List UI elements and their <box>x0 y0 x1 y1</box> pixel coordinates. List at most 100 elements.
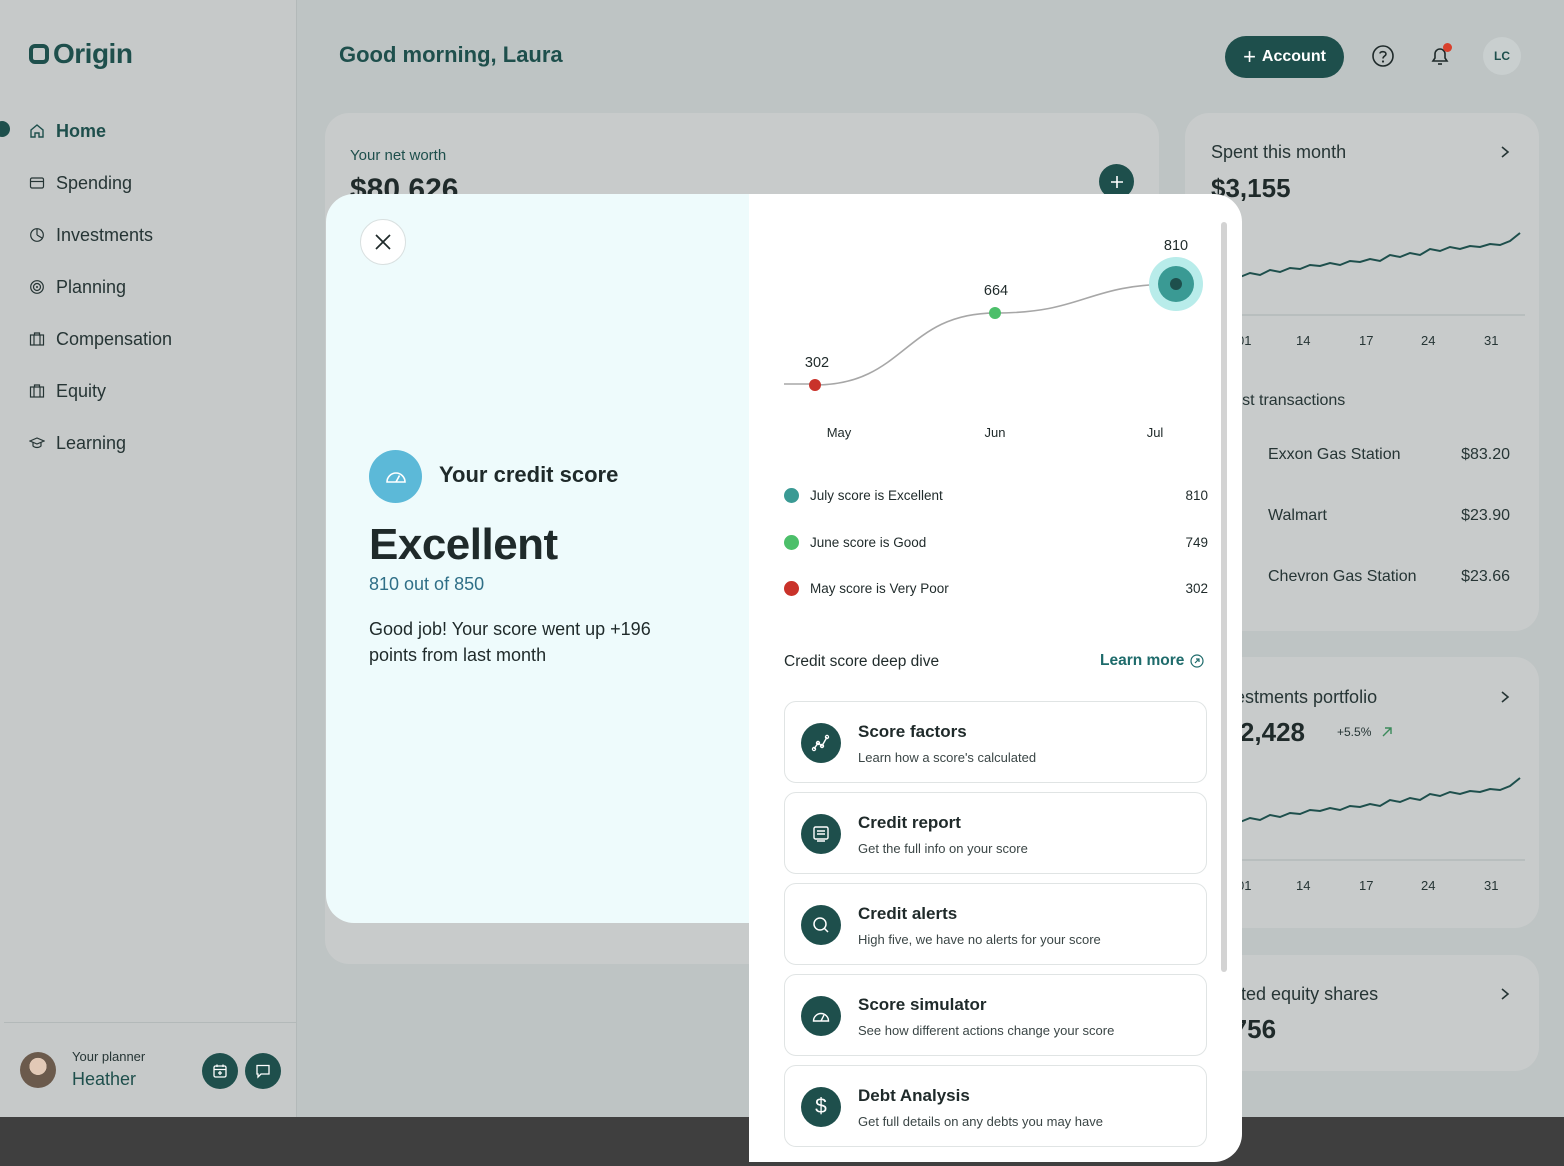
sidebar-item-compensation[interactable]: Compensation <box>29 324 172 354</box>
legend-label: May score is Very Poor <box>810 581 949 596</box>
card-title: Score simulator <box>858 995 987 1014</box>
message-button[interactable] <box>245 1053 281 1089</box>
chevron-right-icon[interactable] <box>1499 145 1511 159</box>
report-icon <box>813 826 829 842</box>
tick-label: 24 <box>1421 333 1436 348</box>
card-title: Credit report <box>858 813 961 832</box>
sidebar-item-label: Spending <box>56 172 133 193</box>
pie-chart-icon <box>30 228 44 242</box>
data-label-jun: 664 <box>984 283 1008 299</box>
active-indicator <box>0 121 10 137</box>
dollar-icon: $ <box>815 1095 827 1118</box>
schedule-button[interactable] <box>202 1053 238 1089</box>
credit-score-message: Good job! Your score went up +196 points… <box>369 619 651 665</box>
card-subtitle: Get full details on any debts you may ha… <box>858 1114 1103 1129</box>
learn-more-link[interactable]: Learn more <box>1100 652 1205 670</box>
logo-icon <box>29 44 49 64</box>
card-title: Credit alerts <box>858 904 958 923</box>
sidebar-item-spending[interactable]: Spending <box>29 168 132 198</box>
tick-label: 24 <box>1421 878 1436 893</box>
sidebar-item-label: Equity <box>56 380 107 401</box>
credit-report-card[interactable]: Credit report Get the full info on your … <box>784 792 1207 874</box>
sidebar-item-equity[interactable]: Equity <box>29 376 106 406</box>
notification-badge <box>1443 43 1452 52</box>
chevron-right-icon[interactable] <box>1499 690 1511 704</box>
planner-avatar[interactable] <box>20 1052 56 1088</box>
credit-score-badge <box>369 450 422 503</box>
chat-icon <box>256 1064 270 1079</box>
arrow-up-right-icon <box>1382 727 1392 737</box>
debt-analysis-card[interactable]: $ Debt Analysis Get full details on any … <box>784 1065 1207 1147</box>
legend-dot <box>784 581 799 596</box>
close-button[interactable] <box>360 219 406 265</box>
greeting: Good morning, Laura <box>339 42 563 67</box>
legend-dot <box>784 535 799 550</box>
sidebar-item-label: Learning <box>56 432 127 453</box>
credit-score-rating: Excellent <box>369 520 558 569</box>
score-point-jul <box>1170 278 1182 290</box>
card-subtitle: Get the full info on your score <box>858 841 1028 856</box>
legend-label: June score is Good <box>810 535 927 550</box>
sidebar-item-label: Compensation <box>56 328 173 349</box>
sidebar-item-investments[interactable]: Investments <box>29 220 153 250</box>
transaction-row[interactable]: Chevron Gas Station $23.66 <box>1240 568 1510 586</box>
logo[interactable]: Origin <box>29 38 133 70</box>
sidebar-item-home[interactable]: Home <box>29 116 106 146</box>
modal-summary-panel: Your credit score Excellent 810 out of 8… <box>326 194 749 923</box>
sidebar-item-label: Investments <box>56 224 154 245</box>
score-simulator-card[interactable]: Score simulator See how different action… <box>784 974 1207 1056</box>
legend-row-june: June score is Good 749 <box>784 535 1208 550</box>
sidebar-item-planning[interactable]: Planning <box>29 272 126 302</box>
tick-label-may: May <box>827 425 852 440</box>
credit-score-heading: Your credit score <box>439 462 619 487</box>
tick-label: 17 <box>1359 333 1374 348</box>
score-point-jun <box>989 307 1001 320</box>
learn-more-label: Learn more <box>1100 652 1185 669</box>
card-title: Score factors <box>858 722 967 741</box>
sidebar-item-label: Home <box>56 120 107 141</box>
target-icon <box>30 280 44 294</box>
modal-scrollbar[interactable] <box>1221 222 1227 972</box>
home-icon <box>30 124 44 138</box>
card-title: Debt Analysis <box>858 1086 970 1105</box>
gauge-icon <box>385 471 406 483</box>
legend-value: 302 <box>1185 581 1208 596</box>
planner-name: Heather <box>72 1069 137 1089</box>
legend-row-july: July score is Excellent 810 <box>784 488 1208 503</box>
score-line <box>814 283 1177 386</box>
modal-detail-panel: 302 664 810 May Jun Jul July score is Ex… <box>749 194 1242 1162</box>
help-icon[interactable] <box>1371 44 1395 68</box>
legend-value: 810 <box>1185 488 1208 503</box>
transaction-row[interactable]: Exxon Gas Station $83.20 <box>1240 446 1510 464</box>
add-account-label: Account <box>1261 48 1326 65</box>
logo-text: Origin <box>53 38 133 69</box>
calendar-icon <box>213 1064 227 1078</box>
sidebar-item-label: Planning <box>56 276 127 297</box>
gauge-icon <box>812 1012 830 1022</box>
credit-score-chart: 302 664 810 May Jun Jul <box>784 238 1203 440</box>
card-subtitle: Learn how a score's calculated <box>858 750 1037 765</box>
legend-value: 749 <box>1185 535 1208 550</box>
planner-section: Your planner Heather <box>4 1022 297 1117</box>
credit-alerts-card[interactable]: Credit alerts High five, we have no aler… <box>784 883 1207 965</box>
plus-icon: + <box>1243 44 1256 69</box>
add-account-button[interactable]: + Account <box>1225 36 1344 78</box>
score-factors-card[interactable]: Score factors Learn how a score's calcul… <box>784 701 1207 783</box>
transaction-name: Chevron Gas Station <box>1268 568 1417 585</box>
external-link-icon <box>1190 654 1205 668</box>
card-icon-wrap <box>801 905 841 945</box>
chevron-right-icon[interactable] <box>1499 987 1511 1001</box>
sidebar-item-learning[interactable]: Learning <box>29 428 126 458</box>
card-icon-wrap <box>801 814 841 854</box>
tick-label-jul: Jul <box>1147 425 1164 440</box>
spending-axis-ticks: 01 14 17 24 31 <box>1237 333 1498 348</box>
net-worth-label: Your net worth <box>350 147 447 164</box>
close-icon <box>375 234 391 250</box>
user-avatar[interactable]: LC <box>1483 37 1521 75</box>
transaction-name: Walmart <box>1268 507 1327 524</box>
credit-score-range: 810 out of 850 <box>369 574 485 594</box>
sidebar: Origin Home Spending Investments Plannin… <box>0 0 297 1117</box>
tick-label: 31 <box>1484 333 1499 348</box>
score-point-may <box>809 379 821 391</box>
transaction-row[interactable]: Walmart $23.90 <box>1240 507 1510 525</box>
